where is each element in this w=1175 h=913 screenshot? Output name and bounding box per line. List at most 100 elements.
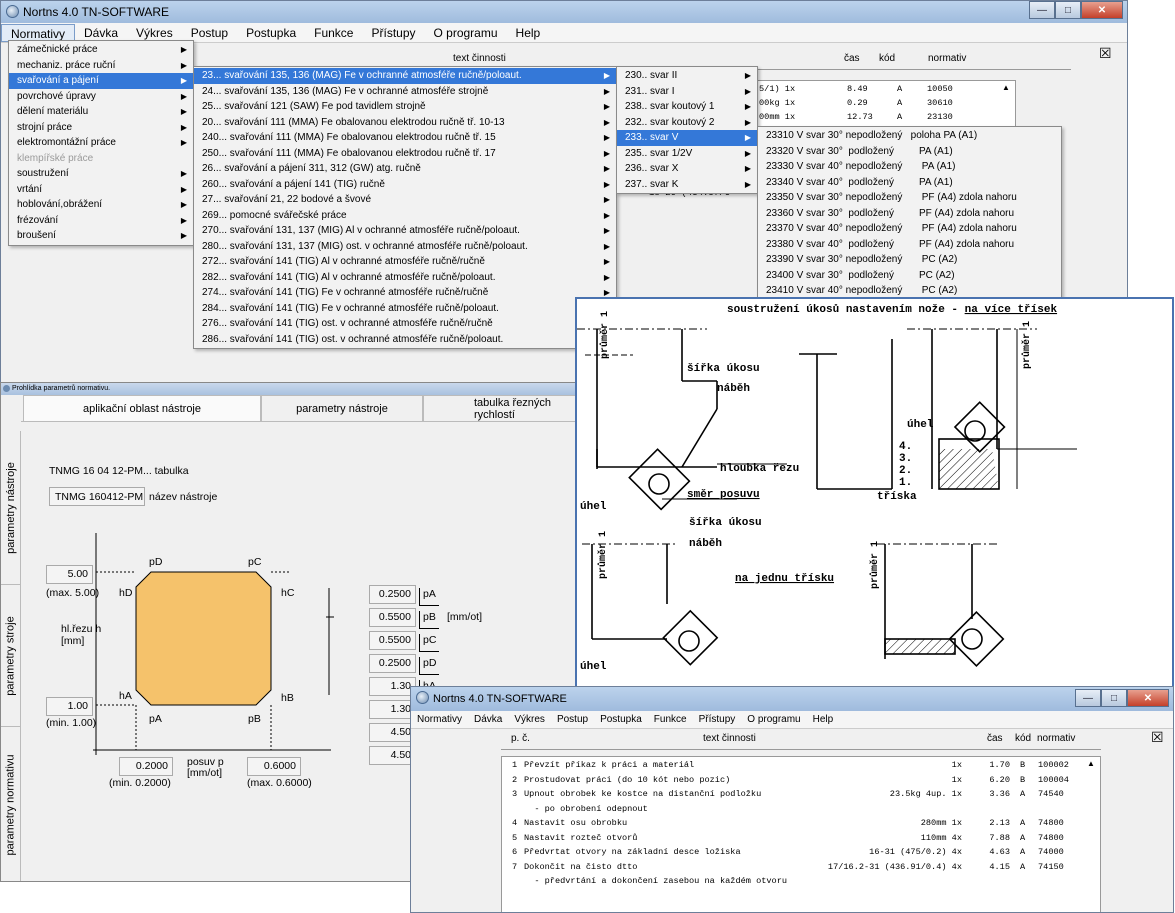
sec-menu-v-kres[interactable]: Výkres — [508, 711, 551, 729]
menu-item-6[interactable]: elektromontážní práce ▶ — [9, 135, 193, 151]
depth-min-field[interactable]: 1.00 — [46, 697, 93, 716]
table-row[interactable]: 1 Převzít příkaz k práci a materiál 1x 1.70… — [502, 759, 1100, 773]
second-close-panel[interactable]: ☒ — [1151, 729, 1164, 746]
submenu-item-1[interactable]: 24... svařování 135, 136 (MAG) Fe v ochr… — [194, 84, 616, 100]
submenu-item-6[interactable]: 26... svařování a pájení 311, 312 (GW) a… — [194, 161, 616, 177]
sec-menu-o-programu[interactable]: O programu — [741, 711, 806, 729]
weld-type-item-7[interactable]: 237.. svar K ▶ — [617, 177, 757, 193]
sec-menu-help[interactable]: Help — [807, 711, 840, 729]
param-value-field[interactable]: 0.5500 — [369, 608, 416, 627]
feed-max-field[interactable]: 0.6000 — [247, 757, 301, 776]
menu-funkce[interactable]: Funkce — [305, 24, 362, 42]
submenu-item-9[interactable]: 269... pomocné svářečské práce ▶ — [194, 208, 616, 224]
close-window-button[interactable]: ✕ — [1081, 1, 1123, 19]
table-row[interactable]: 3 Upnout obrobek ke kostce na distanční p… — [502, 788, 1100, 802]
table-row[interactable]: 2 Prostudovat práci (do 10 kót nebo pozic… — [502, 774, 1100, 788]
sec-menu-d-vka[interactable]: Dávka — [468, 711, 508, 729]
table-row[interactable]: 00kg 1x 0.29 A 30610 — [757, 97, 1015, 111]
minimize-button[interactable]: — — [1029, 1, 1055, 19]
v-weld-item-0[interactable]: 23310 V svar 30° nepodložený poloha PA (… — [758, 128, 1061, 144]
table-row[interactable]: - předvrtání a dokončení zasebou na každ… — [502, 875, 1100, 889]
v-weld-item-4[interactable]: 23350 V svar 30° nepodložený PF (A4) zdo… — [758, 190, 1061, 206]
second-maximize-button[interactable]: □ — [1101, 689, 1127, 707]
table-row[interactable]: 6 Předvrtat otvory na základní desce loži… — [502, 846, 1100, 860]
weld-type-item-6[interactable]: 236.. svar X ▶ — [617, 161, 757, 177]
menu-postupka[interactable]: Postupka — [237, 24, 305, 42]
table-row[interactable]: 00mm 1x 12.73 A 23130 — [757, 111, 1015, 125]
submenu-item-14[interactable]: 274... svařování 141 (TIG) Fe v ochranné… — [194, 285, 616, 301]
weld-type-item-1[interactable]: 231.. svar I ▶ — [617, 84, 757, 100]
menu-item-0[interactable]: zámečnické práce ▶ — [9, 42, 193, 58]
v-weld-item-5[interactable]: 23360 V svar 30° podložený PF (A4) zdola… — [758, 206, 1061, 222]
submenu-item-5[interactable]: 250... svařování 111 (MMA) Fe obalovanou… — [194, 146, 616, 162]
menu-normativy[interactable]: Normativy — [1, 23, 76, 42]
sec-menu-postup[interactable]: Postup — [551, 711, 594, 729]
param-value-field[interactable]: 1.30 — [369, 700, 416, 719]
submenu-item-11[interactable]: 280... svařování 131, 137 (MIG) ost. v o… — [194, 239, 616, 255]
sec-menu-postupka[interactable]: Postupka — [594, 711, 648, 729]
submenu-item-13[interactable]: 282... svařování 141 (TIG) Al v ochranné… — [194, 270, 616, 286]
param-value-field[interactable]: 4.50 — [369, 723, 416, 742]
submenu-item-2[interactable]: 25... svařování 121 (SAW) Fe pod tavidle… — [194, 99, 616, 115]
v-weld-item-7[interactable]: 23380 V svar 40° podložený PF (A4) zdola… — [758, 237, 1061, 253]
table-row[interactable]: - po obrobení odepnout — [502, 803, 1100, 817]
submenu-item-8[interactable]: 27... svařování 21, 22 bodové a švové ▶ — [194, 192, 616, 208]
menu-item-11[interactable]: frézování ▶ — [9, 213, 193, 229]
submenu-item-7[interactable]: 260... svařování a pájení 141 (TIG) ručn… — [194, 177, 616, 193]
menu-o-programu[interactable]: O programu — [425, 24, 507, 42]
table-row[interactable]: 7 Dokončit na čisto dtto 17/16.2-31 (436.9… — [502, 861, 1100, 875]
submenu-item-16[interactable]: 276... svařování 141 (TIG) ost. v ochran… — [194, 316, 616, 332]
menu-item-1[interactable]: mechaniz. práce ruční ▶ — [9, 58, 193, 74]
menu-item-3[interactable]: povrchové úpravy ▶ — [9, 89, 193, 105]
param-value-field[interactable]: 0.5500 — [369, 631, 416, 650]
v-weld-item-3[interactable]: 23340 V svar 40° podložený PA (A1) — [758, 175, 1061, 191]
menu-item-10[interactable]: hoblování,obrážení ▶ — [9, 197, 193, 213]
maximize-button[interactable]: □ — [1055, 1, 1081, 19]
v-weld-item-2[interactable]: 23330 V svar 40° nepodložený PA (A1) — [758, 159, 1061, 175]
feed-min-field[interactable]: 0.2000 — [119, 757, 173, 776]
table-row[interactable]: 4 Nastavit osu obrobku 280mm 1x 2.13 A 74800 — [502, 817, 1100, 831]
param-value-field[interactable]: 4.50 — [369, 746, 416, 765]
second-close-button[interactable]: ✕ — [1127, 689, 1169, 707]
table-row[interactable]: 5 Nastavit rozteč otvorů 110mm 4x 7.88 A 7480… — [502, 832, 1100, 846]
menu-help[interactable]: Help — [507, 24, 550, 42]
submenu-item-12[interactable]: 272... svařování 141 (TIG) Al v ochranné… — [194, 254, 616, 270]
v-weld-item-9[interactable]: 23400 V svar 30° podložený PC (A2) — [758, 268, 1061, 284]
v-weld-item-6[interactable]: 23370 V svar 40° nepodložený PF (A4) zdo… — [758, 221, 1061, 237]
scroll-arrow-icon[interactable]: ▲ — [1002, 83, 1010, 92]
weld-type-item-2[interactable]: 238.. svar koutový 1 ▶ — [617, 99, 757, 115]
menu-item-7[interactable]: klempířské práce — [9, 151, 193, 167]
menu-item-2[interactable]: svařování a pájení ▶ — [9, 73, 193, 89]
depth-max-field[interactable]: 5.00 — [46, 565, 93, 584]
sec-menu-normativy[interactable]: Normativy — [411, 711, 468, 729]
weld-type-item-5[interactable]: 235.. svar 1/2V ▶ — [617, 146, 757, 162]
scroll-arrow-icon[interactable]: ▲ — [1087, 759, 1095, 768]
weld-type-item-3[interactable]: 232.. svar koutový 2 ▶ — [617, 115, 757, 131]
close-panel-button[interactable]: ☒ — [1099, 45, 1112, 62]
second-minimize-button[interactable]: — — [1075, 689, 1101, 707]
v-weld-item-8[interactable]: 23390 V svar 30° nepodložený PC (A2) — [758, 252, 1061, 268]
submenu-item-0[interactable]: 23... svařování 135, 136 (MAG) Fe v ochr… — [194, 68, 616, 84]
menu-p-stupy[interactable]: Přístupy — [362, 24, 424, 42]
weld-type-item-4[interactable]: 233.. svar V ▶ — [617, 130, 757, 146]
submenu-item-17[interactable]: 286... svařování 141 (TIG) ost. v ochran… — [194, 332, 616, 348]
sec-menu-funkce[interactable]: Funkce — [648, 711, 693, 729]
menu-item-5[interactable]: strojní práce ▶ — [9, 120, 193, 136]
menu-postup[interactable]: Postup — [182, 24, 237, 42]
menu-d-vka[interactable]: Dávka — [75, 24, 127, 42]
param-value-field[interactable]: 0.2500 — [369, 585, 416, 604]
v-weld-item-1[interactable]: 23320 V svar 30° podložený PA (A1) — [758, 144, 1061, 160]
param-value-field[interactable]: 1.30 — [369, 677, 416, 696]
table-row[interactable]: 5/1) 1x 8.49 A 10050 — [757, 83, 1015, 97]
submenu-item-15[interactable]: 284... svařování 141 (TIG) Fe v ochranné… — [194, 301, 616, 317]
menu-item-9[interactable]: vrtání ▶ — [9, 182, 193, 198]
menu-item-12[interactable]: broušení ▶ — [9, 228, 193, 244]
submenu-item-10[interactable]: 270... svařování 131, 137 (MIG) Al v och… — [194, 223, 616, 239]
menu-v-kres[interactable]: Výkres — [127, 24, 182, 42]
submenu-item-3[interactable]: 20... svařování 111 (MMA) Fe obalovanou … — [194, 115, 616, 131]
menu-item-4[interactable]: dělení materiálu ▶ — [9, 104, 193, 120]
menu-item-8[interactable]: soustružení ▶ — [9, 166, 193, 182]
submenu-item-4[interactable]: 240... svařování 111 (MMA) Fe obalovanou… — [194, 130, 616, 146]
weld-type-item-0[interactable]: 230.. svar II ▶ — [617, 68, 757, 84]
sec-menu-p-stupy[interactable]: Přístupy — [693, 711, 742, 729]
